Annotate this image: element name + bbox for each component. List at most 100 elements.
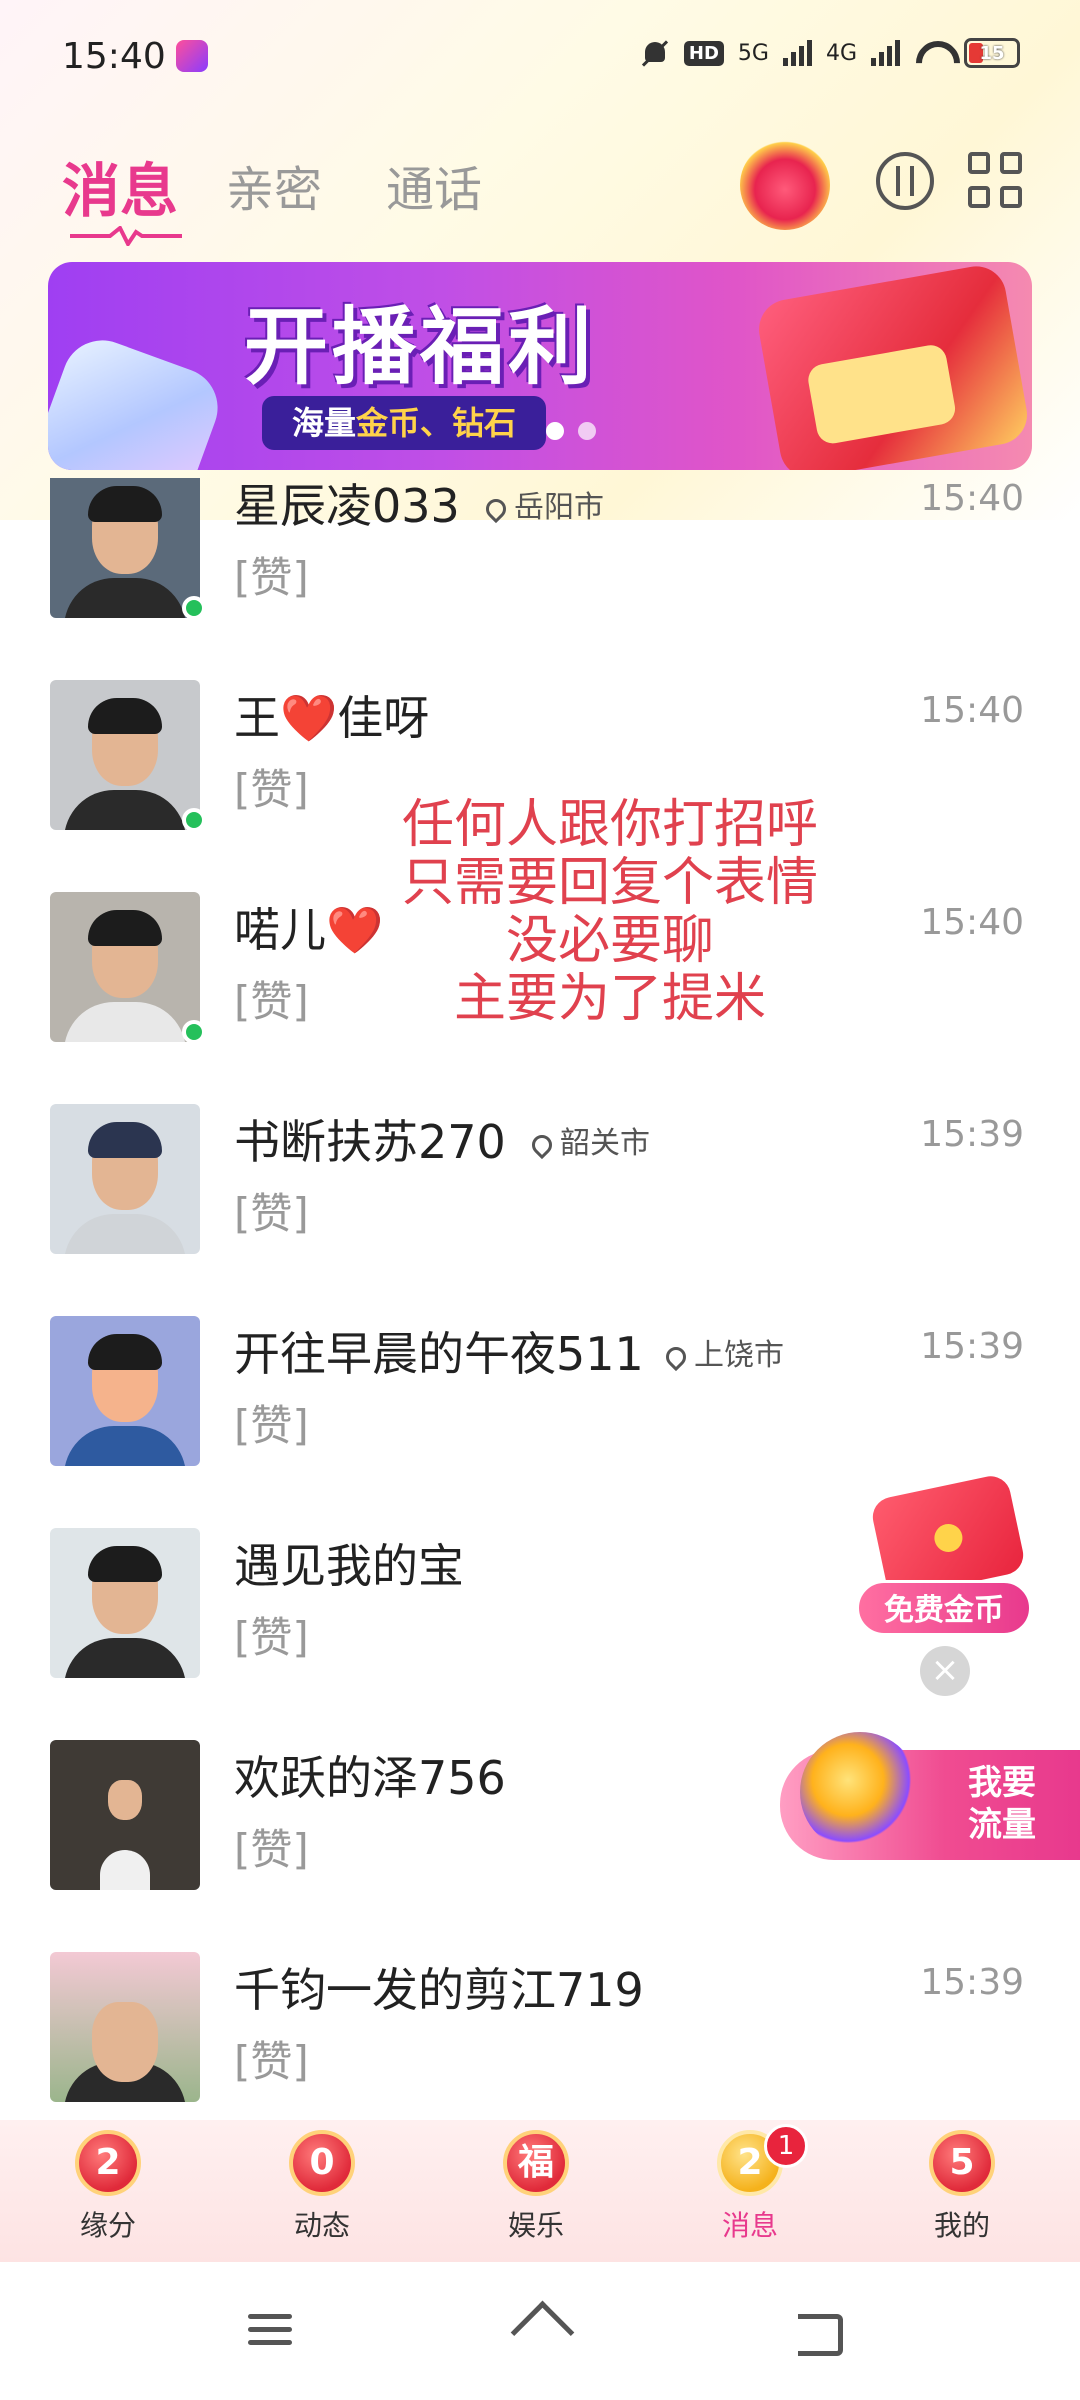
overlay-caption-line: 主要为了提米 [453,969,766,1029]
nav-profile[interactable]: 5 我的 [892,2130,1032,2260]
active-tab-wave-icon [70,226,182,246]
contact-name: 王❤️佳呀 [234,682,429,748]
signal-5g-icon [782,40,812,66]
avatar[interactable] [50,478,200,618]
location-pin-icon [481,494,511,524]
gift-box-icon [754,262,1032,470]
traffic-boost-label: 我要 流量 [942,1762,1062,1846]
status-icons: HD 5G 4G 15 [640,38,1020,68]
nav-badge-icon: 0 [289,2130,355,2196]
avatar[interactable] [50,1740,200,1890]
nav-entertainment[interactable]: 福 娱乐 [466,2130,606,2260]
overlay-caption-line: 只需要回复个表情 [401,853,818,913]
location-text: 韶关市 [560,1126,650,1161]
back-icon[interactable] [790,2306,850,2356]
menu-icon[interactable] [240,2306,300,2356]
nav-label: 娱乐 [507,2209,564,2242]
free-coins-widget[interactable]: 免费金币 [856,1472,1036,1636]
mute-bell-icon [640,38,670,68]
message-preview: [赞] [234,553,309,602]
message-time: 15:40 [920,902,1024,943]
contact-name-part: 喏儿 [234,903,326,957]
banner-subtitle: 海量金币、钻石 [262,396,547,450]
nav-label: 消息 [721,2209,778,2242]
promo-banner[interactable]: 开播福利 海量金币、钻石 [48,262,1032,470]
traffic-boost-button[interactable]: 我要 流量 [780,1732,1080,1860]
online-status-dot [182,808,206,832]
nav-moments[interactable]: 0 动态 [252,2130,392,2260]
avatar[interactable] [50,1952,200,2102]
location-pin-icon [527,1130,557,1160]
home-icon[interactable] [510,2306,570,2356]
contact-name: 书断扶苏270 [234,1115,506,1169]
bottom-nav: 2 缘分 0 动态 福 娱乐 2 1 消息 5 我的 [0,2120,1080,2262]
banner-dot-active [546,422,564,440]
location-text: 上饶市 [694,1338,784,1373]
avatar[interactable] [50,892,200,1042]
contact-name: 欢跃的泽756 [234,1751,506,1805]
message-list[interactable]: 星辰凌033 岳阳市 15:40 [赞] 王❤️佳呀 15:40 [赞] 喏儿 ❤… [0,478,1080,2118]
banner-title: 开播福利 [244,298,597,396]
nav-label: 动态 [293,2209,350,2242]
traffic-label-line: 流量 [968,1805,1036,1845]
message-time: 15:39 [920,1114,1024,1155]
message-preview: [赞] [234,765,309,814]
avatar[interactable] [50,1528,200,1678]
message-preview: [赞] [234,977,309,1026]
message-time: 15:39 [920,1326,1024,1367]
tab-messages[interactable]: 消息 [62,144,178,228]
avatar[interactable] [50,680,200,830]
list-item[interactable]: 千钧一发的剪江719 15:39 [赞] [0,1932,1080,2118]
contact-name-part: 王 [234,691,280,745]
list-item[interactable]: 书断扶苏270 韶关市 15:39 [赞] [0,1084,1080,1300]
message-time: 15:40 [920,478,1024,519]
grid-icon[interactable] [968,152,1026,210]
network-4g-label: 4G [825,40,857,66]
message-time: 15:39 [920,1962,1024,2003]
diamond-gem-icon [48,329,229,470]
nav-fate[interactable]: 2 缘分 [38,2130,178,2260]
wifi-icon [914,39,950,67]
nav-badge-icon: 5 [929,2130,995,2196]
nav-label: 我的 [933,2209,990,2242]
nav-messages[interactable]: 2 1 消息 [680,2124,820,2260]
app-notification-icon [176,40,208,72]
message-preview: [赞] [234,1825,309,1874]
header: 消息 亲密 通话 [0,130,1080,250]
banner-dot [578,422,596,440]
nav-badge-icon: 福 [503,2130,569,2196]
status-time: 15:40 [62,36,166,77]
list-item[interactable]: 星辰凌033 岳阳市 15:40 [赞] [0,478,1080,664]
contact-name: 开往早晨的午夜511 [234,1327,644,1381]
tab-intimate[interactable]: 亲密 [226,150,322,220]
banner-pager [546,422,596,440]
location-label: 岳阳市 [481,482,604,526]
free-coins-label[interactable]: 免费金币 [856,1580,1032,1636]
message-preview: [赞] [234,1613,309,1662]
location-text: 岳阳市 [514,490,604,525]
crown-badge-icon[interactable] [740,140,830,230]
message-preview: [赞] [234,1401,309,1450]
swap-icon[interactable] [876,152,934,210]
avatar[interactable] [50,1104,200,1254]
contact-name: 千钧一发的剪江719 [234,1963,644,2017]
avatar[interactable] [50,1316,200,1466]
message-preview: [赞] [234,1189,309,1238]
close-icon[interactable]: × [920,1646,970,1696]
signal-4g-icon [871,40,900,66]
overlay-caption-line: 任何人跟你打招呼 [401,795,818,855]
contact-name: 星辰凌033 [234,479,460,533]
nav-label: 缘分 [79,2209,136,2242]
hd-icon: HD [683,40,724,66]
online-status-dot [182,596,206,620]
location-label: 韶关市 [527,1118,650,1162]
location-label: 上饶市 [661,1330,784,1374]
online-status-dot [182,1020,206,1044]
tab-calls[interactable]: 通话 [386,150,482,220]
overlay-caption: 任何人跟你打招呼 只需要回复个表情 没必要聊 主要为了提米 [340,796,880,1028]
unread-count-badge: 1 [764,2124,808,2168]
network-5g-label: 5G [737,40,769,66]
location-pin-icon [661,1342,691,1372]
overlay-caption-line: 没必要聊 [505,911,714,971]
message-preview: [赞] [234,2037,309,2086]
